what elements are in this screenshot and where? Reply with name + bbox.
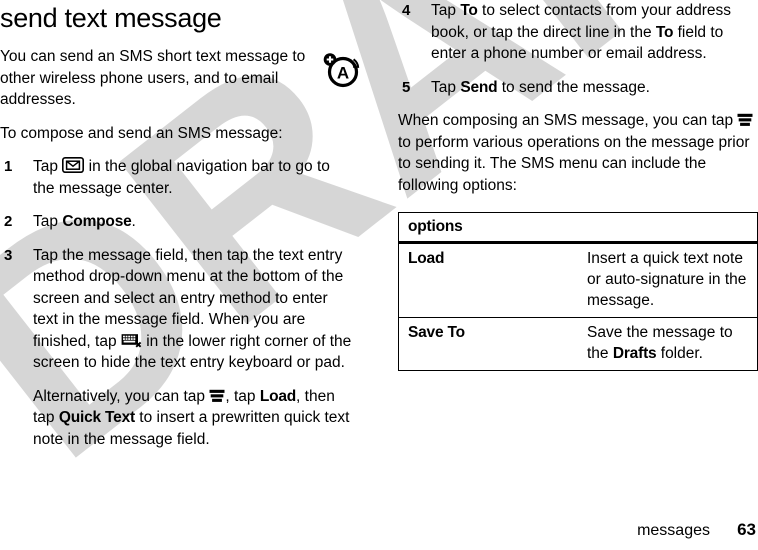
- step-5: 5 Tap Send to send the message.: [398, 77, 758, 99]
- step-1: 1 Tap in the global navigation bar to go …: [0, 156, 353, 199]
- quick-text-label: Quick Text: [58, 409, 135, 426]
- step-5-text-1: Tap: [431, 78, 461, 96]
- option-desc-load: Insert a quick text note or auto-signatu…: [578, 242, 758, 318]
- table-row: Load Insert a quick text note or auto-si…: [398, 242, 758, 318]
- step-5-number: 5: [402, 78, 411, 96]
- options-table: options Load Insert a quick text note or…: [398, 212, 758, 371]
- svg-text:A: A: [337, 64, 349, 83]
- intro-paragraph: You can send an SMS short text message t…: [0, 48, 306, 108]
- step-2-text-before: Tap: [33, 213, 63, 230]
- step-2-text-after: .: [131, 213, 136, 230]
- footer-page-number: 63: [737, 520, 756, 539]
- step-4: 4 Tap To to select contacts from your add…: [398, 0, 758, 65]
- table-header-row: options: [398, 212, 758, 244]
- envelope-icon[interactable]: [62, 157, 85, 173]
- menu-icon[interactable]: [737, 113, 753, 127]
- step-1-text-before: Tap: [33, 158, 63, 175]
- option-desc-save-to: Save the message to the Drafts folder.: [578, 318, 758, 371]
- footer-section-label: messages: [637, 522, 710, 539]
- lead-in-paragraph: To compose and send an SMS message:: [0, 124, 283, 142]
- step-5-text-2: to send the message.: [497, 78, 650, 96]
- alt-text-2: , tap: [225, 387, 260, 405]
- step-3-alternative: Alternatively, you can tap , tap Load, t…: [33, 386, 353, 451]
- manual-page: send text message You can send an SMS sh…: [0, 0, 758, 550]
- option-desc-load-text1: Insert a quick text note or auto-signatu…: [587, 250, 747, 309]
- table-row: Save To Save the message to the Drafts f…: [399, 318, 758, 371]
- compose-label: Compose: [62, 213, 132, 230]
- step-2-number: 2: [4, 213, 13, 230]
- closing-text-1: When composing an SMS message, you can t…: [398, 112, 738, 129]
- drafts-label: Drafts: [612, 345, 657, 362]
- audio-a-plus-icon: A: [323, 53, 360, 88]
- load-label: Load: [259, 387, 297, 405]
- option-desc-save-to-text2: folder.: [656, 345, 703, 362]
- step-1-number: 1: [4, 158, 13, 175]
- to-label-1: To: [460, 2, 478, 19]
- step-3: 3 Tap the message field, then tap the tex…: [0, 245, 353, 451]
- option-key-load: Load: [398, 242, 578, 318]
- step-4-number: 4: [402, 2, 411, 19]
- right-column: 4 Tap To to select contacts from your add…: [398, 0, 758, 371]
- step-2: 2 Tap Compose.: [0, 211, 353, 233]
- page-title: send text message: [0, 3, 222, 33]
- menu-icon[interactable]: [209, 389, 225, 403]
- option-key-save-to: Save To: [408, 324, 465, 341]
- page-footer: messages 63: [637, 520, 756, 540]
- closing-paragraph: When composing an SMS message, you can t…: [398, 110, 758, 196]
- step-4-text-1: Tap: [431, 2, 461, 19]
- alt-text-1: Alternatively, you can tap: [33, 387, 210, 405]
- closing-text-2: to perform various operations on the mes…: [398, 133, 750, 194]
- hide-keyboard-icon[interactable]: [121, 333, 142, 348]
- send-label: Send: [460, 78, 498, 96]
- options-header-cell: options: [398, 212, 758, 244]
- to-label-2: To: [655, 23, 674, 41]
- step-3-number: 3: [4, 246, 13, 264]
